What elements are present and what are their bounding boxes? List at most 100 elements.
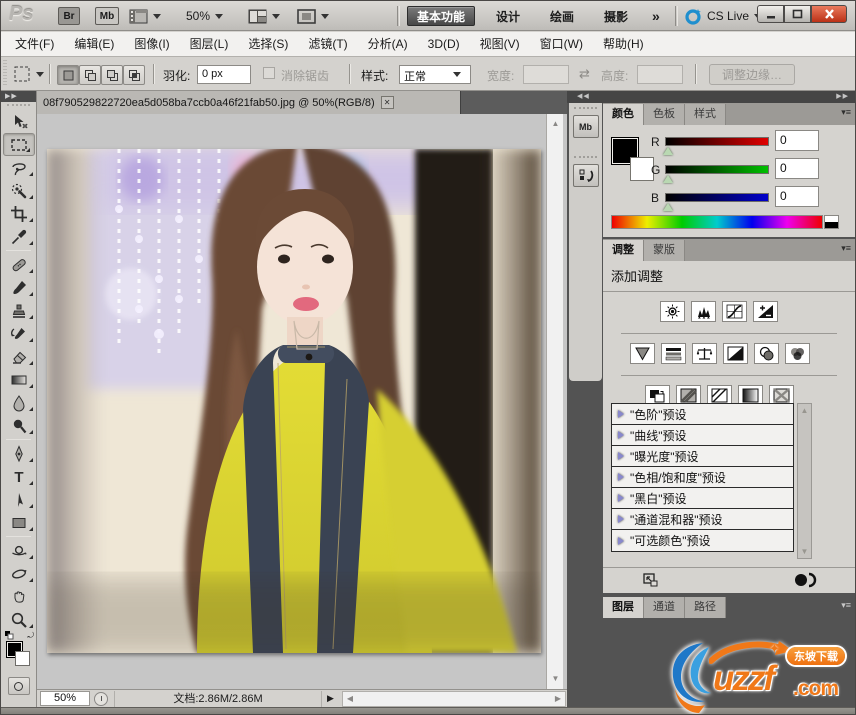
tool-pen[interactable]	[1, 442, 37, 465]
scroll-up-icon[interactable]: ▲	[798, 406, 811, 415]
tool-brush[interactable]	[1, 276, 37, 299]
clone-source-panel-button[interactable]	[572, 164, 599, 187]
red-slider-thumb[interactable]	[663, 147, 673, 155]
expand-triangle-icon[interactable]	[618, 515, 624, 523]
tab-color[interactable]: 颜色	[603, 104, 644, 125]
arrange-documents-button[interactable]	[248, 7, 280, 25]
selection-mode-add[interactable]	[79, 65, 101, 85]
scroll-left-icon[interactable]: ◀	[343, 692, 357, 706]
tool-move[interactable]	[1, 110, 37, 133]
close-button[interactable]	[811, 5, 847, 23]
preset-selective-color[interactable]: "可选颜色"预设	[612, 530, 793, 551]
preset-levels[interactable]: "色阶"预设	[612, 404, 793, 425]
blue-slider-thumb[interactable]	[663, 203, 673, 211]
tool-crop[interactable]	[1, 202, 37, 225]
toggle-visibility-button[interactable]	[793, 572, 817, 593]
selection-mode-intersect[interactable]	[123, 65, 145, 85]
collapse-left-icon[interactable]: ◀◀	[577, 91, 590, 103]
selection-mode-new[interactable]	[57, 65, 79, 85]
expand-triangle-icon[interactable]	[618, 452, 624, 460]
expand-triangle-icon[interactable]	[618, 431, 624, 439]
expanded-view-button[interactable]	[643, 573, 659, 593]
tab-masks[interactable]: 蒙版	[644, 240, 685, 261]
view-extras-button[interactable]	[129, 7, 161, 25]
tool-hand[interactable]	[1, 585, 37, 608]
scroll-up-icon[interactable]: ▲	[547, 116, 564, 132]
cslive-button[interactable]: CS Live	[685, 7, 763, 25]
expand-triangle-icon[interactable]	[618, 494, 624, 502]
curves-icon[interactable]	[722, 301, 747, 322]
exposure-icon[interactable]	[753, 301, 778, 322]
red-value-input[interactable]: 0	[775, 130, 819, 151]
swap-colors-icon[interactable]: ⤾	[27, 631, 34, 641]
document-tab[interactable]: 08f790529822720ea5d058ba7ccb0a46f21fab50…	[37, 91, 461, 114]
green-slider-track[interactable]	[665, 165, 769, 174]
tool-type[interactable]: T	[1, 465, 37, 488]
menu-window[interactable]: 窗口(W)	[530, 32, 593, 56]
green-value-input[interactable]: 0	[775, 158, 819, 179]
swap-dimensions-icon[interactable]: ⇄	[579, 66, 590, 82]
channel-mixer-icon[interactable]	[785, 343, 810, 364]
green-slider-thumb[interactable]	[663, 175, 673, 183]
preset-channel-mixer[interactable]: "通道混和器"预设	[612, 509, 793, 530]
preset-list-scrollbar[interactable]: ▲ ▼	[797, 403, 812, 559]
vertical-scrollbar[interactable]: ▲ ▼	[546, 114, 563, 689]
hue-saturation-icon[interactable]	[661, 343, 686, 364]
tool-3d-orbit[interactable]	[1, 562, 37, 585]
brightness-contrast-icon[interactable]	[660, 301, 685, 322]
menu-3d[interactable]: 3D(D)	[418, 32, 470, 56]
panel-menu-icon[interactable]: ▾≡	[841, 107, 851, 118]
tool-eyedropper[interactable]	[1, 225, 37, 248]
red-slider-track[interactable]	[665, 137, 769, 146]
tool-dodge[interactable]	[1, 414, 37, 437]
tools-collapse-header[interactable]: ▶▶	[1, 91, 36, 102]
feather-input[interactable]: 0 px	[197, 65, 251, 84]
drag-handle[interactable]	[574, 107, 597, 112]
status-zoom-input[interactable]: 50%	[40, 691, 90, 706]
blue-slider-track[interactable]	[665, 193, 769, 202]
menu-file[interactable]: 文件(F)	[5, 32, 64, 56]
vibrance-icon[interactable]	[630, 343, 655, 364]
menu-filter[interactable]: 滤镜(T)	[298, 32, 357, 56]
tool-rectangular-marquee[interactable]	[3, 133, 35, 156]
status-flyout-icon[interactable]: ▶	[327, 693, 334, 704]
preset-hue-saturation[interactable]: "色相/饱和度"预设	[612, 467, 793, 488]
panel-menu-icon[interactable]: ▾≡	[841, 600, 851, 611]
preset-curves[interactable]: "曲线"预设	[612, 425, 793, 446]
tool-quick-selection[interactable]	[1, 179, 37, 202]
workspace-tab-painting[interactable]: 绘画	[541, 6, 583, 26]
tab-swatches[interactable]: 色板	[644, 104, 685, 125]
selection-mode-subtract[interactable]	[101, 65, 123, 85]
blue-value-input[interactable]: 0	[775, 186, 819, 207]
menu-view[interactable]: 视图(V)	[470, 32, 530, 56]
tool-spot-healing-brush[interactable]	[1, 253, 37, 276]
workspace-tab-design[interactable]: 设计	[487, 6, 529, 26]
menu-image[interactable]: 图像(I)	[124, 32, 179, 56]
minibridge-panel-button[interactable]: Mb	[572, 115, 599, 138]
canvas-workspace[interactable]	[37, 114, 546, 689]
tool-3d-rotate[interactable]	[1, 539, 37, 562]
collapse-right-icon[interactable]: ▶▶	[836, 91, 849, 103]
tool-history-brush[interactable]	[1, 322, 37, 345]
quick-mask-button[interactable]	[7, 677, 30, 695]
menu-analysis[interactable]: 分析(A)	[358, 32, 418, 56]
tool-eraser[interactable]	[1, 345, 37, 368]
black-white-icon[interactable]	[723, 343, 748, 364]
menu-select[interactable]: 选择(S)	[238, 32, 298, 56]
color-spectrum-ramp[interactable]	[611, 215, 823, 229]
color-balance-icon[interactable]	[692, 343, 717, 364]
preset-black-white[interactable]: "黑白"预设	[612, 488, 793, 509]
menu-layer[interactable]: 图层(L)	[180, 32, 239, 56]
bw-ramp-swatches[interactable]	[824, 215, 839, 229]
screen-mode-button[interactable]	[297, 7, 329, 25]
close-document-icon[interactable]: ✕	[380, 96, 394, 109]
scroll-down-icon[interactable]: ▼	[547, 671, 564, 687]
horizontal-scrollbar[interactable]: ◀ ▶	[341, 690, 566, 707]
tab-layers[interactable]: 图层	[603, 597, 644, 618]
expand-triangle-icon[interactable]	[618, 536, 624, 545]
tool-blur[interactable]	[1, 391, 37, 414]
dock-header[interactable]: ◀◀ ▶▶	[567, 91, 855, 103]
tool-clone-stamp[interactable]	[1, 299, 37, 322]
tab-adjustments[interactable]: 调整	[603, 240, 644, 261]
scroll-right-icon[interactable]: ▶	[551, 692, 565, 706]
